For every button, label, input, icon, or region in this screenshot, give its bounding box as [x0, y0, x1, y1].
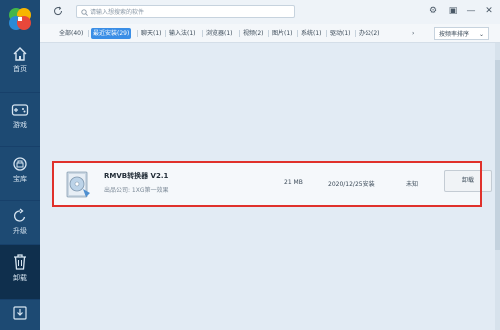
sidebar-item-uninstall[interactable]: 卸载	[0, 245, 40, 299]
box-icon: ▣	[448, 6, 458, 16]
tab-video[interactable]: 视频(2)	[241, 28, 266, 39]
divider	[0, 146, 40, 147]
trash-icon	[14, 254, 26, 270]
sidebar-item-label: 游戏	[13, 121, 27, 129]
search-icon	[81, 9, 88, 16]
close-icon: ✕	[485, 6, 493, 16]
scrollbar-thumb[interactable]	[495, 60, 500, 250]
tab-divider	[297, 30, 298, 37]
sidebar-item-label: 卸载	[13, 274, 27, 282]
search-input[interactable]: 请输入想搜索的软件	[76, 5, 295, 18]
main-panel: 请输入想搜索的软件 ⚙ ▣ — ✕ 全部(40) 最近安装(29) 聊天(1) …	[40, 0, 500, 330]
upgrade-icon	[13, 208, 26, 222]
tab-divider	[268, 30, 269, 37]
tabs-more-button[interactable]: ›	[412, 28, 414, 39]
tab-all[interactable]: 全部(40)	[57, 28, 85, 39]
tab-divider	[137, 30, 138, 37]
sidebar-item-home[interactable]: 首页	[0, 38, 40, 90]
settings-button[interactable]: ⚙	[426, 4, 440, 18]
sidebar-item-games[interactable]: 游戏	[0, 94, 40, 146]
tab-divider	[326, 30, 327, 37]
divider	[0, 92, 40, 93]
highlight-box	[52, 161, 482, 207]
tab-system[interactable]: 系统(1)	[299, 28, 324, 39]
settings-icon: ⚙	[428, 6, 438, 16]
treasure-icon	[13, 157, 27, 171]
package-button[interactable]: ▣	[446, 4, 460, 18]
sidebar-item-download[interactable]	[0, 300, 40, 330]
tab-divider	[355, 30, 356, 37]
minimize-icon: —	[466, 6, 476, 16]
sort-label: 按频率排序	[439, 31, 470, 38]
tab-recent[interactable]: 最近安装(29)	[91, 28, 132, 39]
sort-dropdown[interactable]: 按频率排序 ⌄	[434, 27, 489, 40]
tab-chat[interactable]: 聊天(1)	[139, 28, 164, 39]
download-icon	[13, 306, 27, 320]
tab-image[interactable]: 图片(1)	[270, 28, 295, 39]
tab-input-method[interactable]: 输入法(1)	[167, 28, 198, 39]
sidebar-item-treasure[interactable]: 宝库	[0, 148, 40, 200]
refresh-icon[interactable]	[53, 6, 63, 16]
close-button[interactable]: ✕	[482, 4, 496, 18]
tab-driver[interactable]: 驱动(1)	[328, 28, 353, 39]
tab-office[interactable]: 办公(2)	[357, 28, 382, 39]
tab-divider	[202, 30, 203, 37]
app-logo-icon	[9, 8, 31, 30]
search-placeholder: 请输入想搜索的软件	[90, 9, 145, 16]
sidebar-item-label: 首页	[13, 65, 27, 73]
tab-divider	[239, 30, 240, 37]
title-bar: 请输入想搜索的软件 ⚙ ▣ — ✕	[40, 0, 500, 24]
tab-divider	[165, 30, 166, 37]
sidebar: 首页 游戏 宝库 升级 卸载	[0, 0, 40, 330]
category-tabs: 全部(40) 最近安装(29) 聊天(1) 输入法(1) 浏览器(1) 视频(2…	[40, 24, 500, 43]
chevron-down-icon: ⌄	[478, 31, 484, 38]
home-icon	[13, 47, 27, 61]
sidebar-item-label: 升级	[13, 227, 27, 235]
minimize-button[interactable]: —	[464, 4, 478, 18]
tab-browser[interactable]: 浏览器(1)	[204, 28, 235, 39]
gamepad-icon	[11, 104, 29, 116]
sidebar-item-label: 宝库	[13, 175, 27, 183]
software-list: RMVB转换器 V2.1 出品公司: 1XG第一效果 21 MB 2020/12…	[40, 43, 500, 330]
tab-divider	[88, 30, 89, 37]
